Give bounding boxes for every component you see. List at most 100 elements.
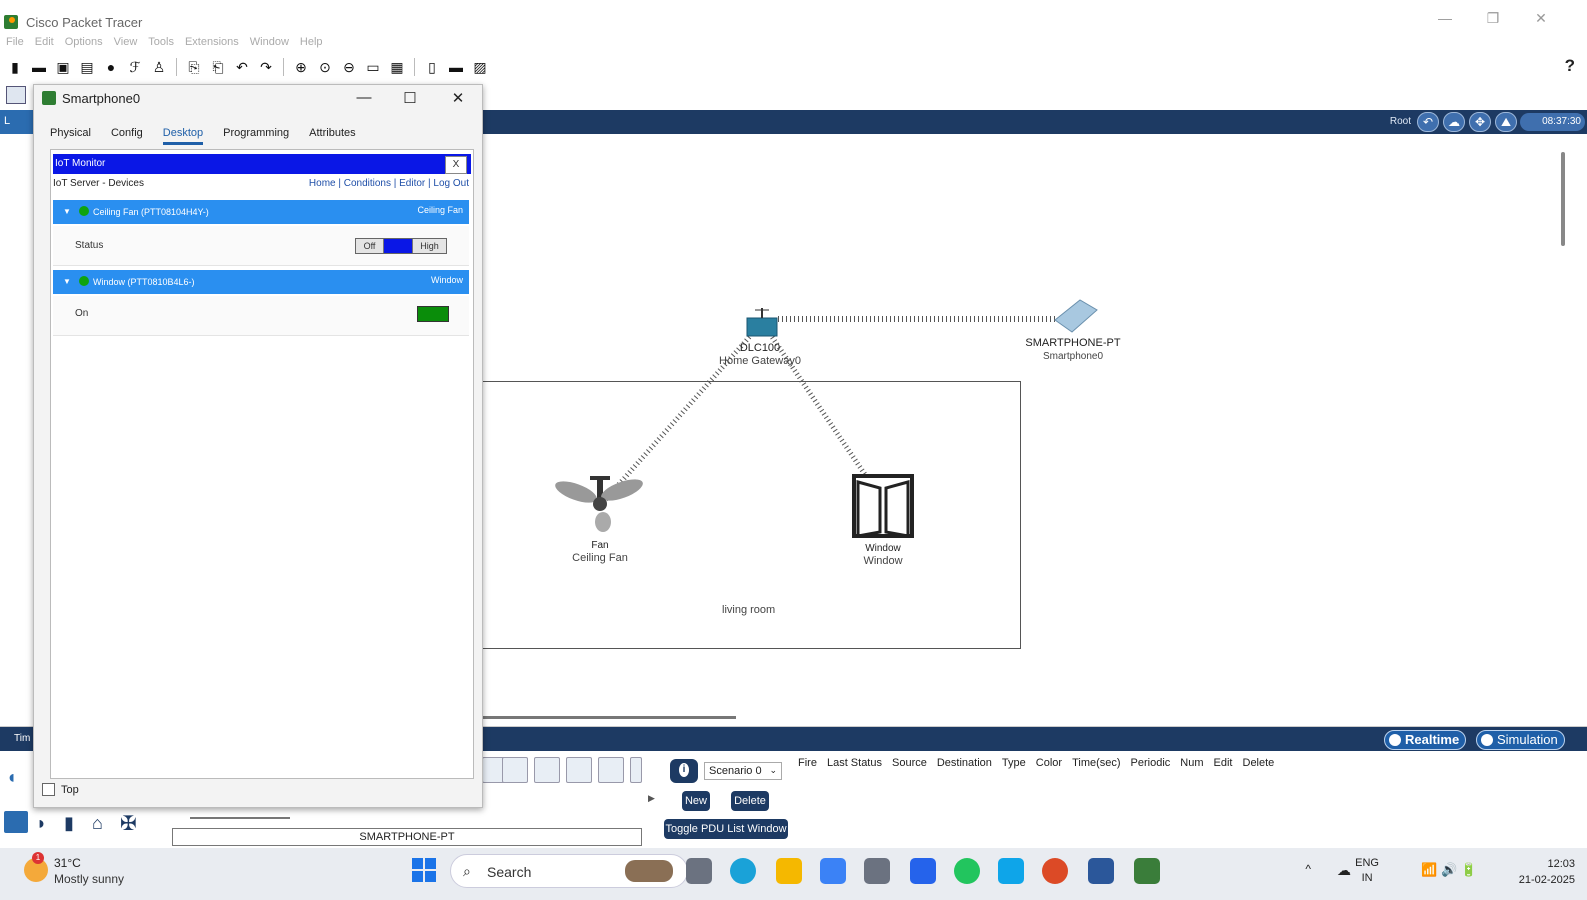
dialog-close-icon[interactable]: ✕: [446, 89, 470, 107]
connections-category-icon[interactable]: ⌂: [92, 813, 103, 834]
menu-view[interactable]: View: [114, 36, 138, 52]
save-icon[interactable]: ▣: [54, 58, 72, 76]
restore-icon[interactable]: ❐: [1478, 10, 1508, 27]
fan-status-slider[interactable]: Off High: [355, 238, 447, 254]
zoom-out-icon[interactable]: ⊖: [340, 58, 358, 76]
powerpoint-icon[interactable]: [1042, 858, 1068, 884]
new-scenario-button[interactable]: New: [682, 791, 710, 811]
menu-options[interactable]: Options: [65, 36, 103, 52]
menu-help[interactable]: Help: [300, 36, 323, 52]
window-on-toggle[interactable]: [417, 306, 449, 322]
vertical-scrollbar[interactable]: [1561, 152, 1565, 246]
taskbar-search[interactable]: ⌕ Search: [450, 854, 688, 888]
expand-arrow-icon[interactable]: ▶: [648, 793, 655, 804]
cluster-icon[interactable]: ▬: [447, 58, 465, 76]
drawing-palette-icon[interactable]: ▭: [364, 58, 382, 76]
menu-window[interactable]: Window: [250, 36, 289, 52]
fan-state-off[interactable]: Off: [356, 239, 384, 253]
device-icon[interactable]: ◖: [6, 767, 17, 788]
device-row-ceiling-fan[interactable]: ▼ Ceiling Fan (PTT08104H4Y-) Ceiling Fan: [53, 200, 469, 224]
copy-icon[interactable]: ⎘: [185, 58, 203, 76]
top-option[interactable]: Top: [42, 783, 79, 796]
back-icon[interactable]: ↶: [1417, 112, 1439, 132]
fan-state-low[interactable]: [384, 239, 412, 253]
close-icon[interactable]: ✕: [1526, 10, 1556, 27]
components-category-icon[interactable]: ▮: [64, 813, 74, 834]
word-icon[interactable]: [1088, 858, 1114, 884]
device-scroll-bar[interactable]: [190, 817, 290, 819]
delete-scenario-button[interactable]: Delete: [731, 791, 769, 811]
menu-file[interactable]: File: [6, 36, 24, 52]
edge-icon[interactable]: [730, 858, 756, 884]
device-row-window[interactable]: ▼ Window (PTT0810B4L6-) Window: [53, 270, 469, 294]
dialog-minimize-icon[interactable]: —: [352, 89, 376, 106]
tab-programming[interactable]: Programming: [223, 127, 289, 145]
cloud-icon[interactable]: ☁: [1443, 112, 1465, 132]
paste-icon[interactable]: ⎗: [209, 58, 227, 76]
whatsapp-icon[interactable]: [954, 858, 980, 884]
realtime-button[interactable]: Realtime: [1384, 730, 1467, 750]
device-palette-item[interactable]: [598, 757, 624, 783]
toggle-pdu-list-button[interactable]: Toggle PDU List Window: [664, 819, 788, 839]
minimize-icon[interactable]: —: [1430, 10, 1460, 26]
device-palette-item[interactable]: [566, 757, 592, 783]
misc-category-icon[interactable]: ✠: [120, 811, 137, 836]
activity-wizard-icon[interactable]: ●: [102, 58, 120, 76]
dialog-maximize-icon[interactable]: ☐: [398, 89, 422, 107]
home-gateway-icon[interactable]: [746, 308, 778, 337]
zoom-reset-icon[interactable]: ⊙: [316, 58, 334, 76]
custom-device-icon[interactable]: ♙: [150, 58, 168, 76]
wifi-volume-battery-icon[interactable]: 📶 🔊 🔋: [1421, 862, 1477, 878]
menu-edit[interactable]: Edit: [35, 36, 54, 52]
print-icon[interactable]: ▤: [78, 58, 96, 76]
smartphone-icon[interactable]: [1054, 299, 1098, 333]
root-label[interactable]: Root: [1390, 116, 1411, 127]
tab-desktop[interactable]: Desktop: [162, 127, 204, 145]
logical-view-icon[interactable]: [6, 86, 26, 104]
collapse-arrow-icon[interactable]: ▼: [63, 207, 71, 216]
tray-clock[interactable]: 12:03 21-02-2025: [1519, 856, 1575, 888]
store-icon[interactable]: [820, 858, 846, 884]
info-button[interactable]: [670, 759, 698, 783]
scenario-select[interactable]: Scenario 0 ⌄: [704, 762, 782, 780]
tab-physical[interactable]: Physical: [50, 127, 91, 145]
zoom-in-icon[interactable]: ⊕: [292, 58, 310, 76]
iot-close-button[interactable]: X: [445, 156, 467, 174]
open-folder-icon[interactable]: ▬: [30, 58, 48, 76]
top-checkbox[interactable]: [42, 783, 55, 796]
end-devices-category-icon[interactable]: [4, 811, 28, 833]
photos-icon[interactable]: [910, 858, 936, 884]
iot-nav-links[interactable]: Home | Conditions | Editor | Log Out: [309, 178, 469, 189]
viewport-icon[interactable]: ▯: [423, 58, 441, 76]
logical-tab[interactable]: L: [0, 110, 34, 134]
device-palette-item[interactable]: [502, 757, 528, 783]
environment-icon[interactable]: ⛰: [1495, 112, 1517, 132]
horizontal-scrollbar[interactable]: [470, 716, 736, 719]
network-info-icon[interactable]: ℱ: [126, 58, 144, 76]
device-palette-item[interactable]: [630, 757, 642, 783]
redo-icon[interactable]: ↷: [257, 58, 275, 76]
simulation-button[interactable]: Simulation: [1476, 730, 1565, 750]
fan-state-high[interactable]: High: [412, 239, 446, 253]
menu-tools[interactable]: Tools: [148, 36, 174, 52]
menu-extensions[interactable]: Extensions: [185, 36, 239, 52]
packet-tracer-taskbar-icon[interactable]: [1134, 858, 1160, 884]
tray-overflow-icon[interactable]: ^: [1305, 862, 1311, 876]
onedrive-icon[interactable]: ☁: [1337, 862, 1351, 879]
tab-config[interactable]: Config: [111, 127, 143, 145]
collapse-arrow-icon[interactable]: ▼: [63, 277, 71, 286]
tab-attributes[interactable]: Attributes: [309, 127, 355, 145]
file-explorer-icon[interactable]: [776, 858, 802, 884]
language-indicator[interactable]: ENG IN: [1355, 856, 1379, 886]
snipping-tool-icon[interactable]: [998, 858, 1024, 884]
network-devices-category-icon[interactable]: ◗: [36, 813, 47, 834]
image-icon[interactable]: ▨: [471, 58, 489, 76]
custom-devices-dialog-icon[interactable]: ▦: [388, 58, 406, 76]
undo-icon[interactable]: ↶: [233, 58, 251, 76]
help-button[interactable]: ?: [1565, 56, 1575, 76]
windows-start-icon[interactable]: [412, 858, 436, 882]
move-icon[interactable]: ✥: [1469, 112, 1491, 132]
task-view-icon[interactable]: [686, 858, 712, 884]
device-palette-item[interactable]: [534, 757, 560, 783]
new-file-icon[interactable]: ▮: [6, 58, 24, 76]
